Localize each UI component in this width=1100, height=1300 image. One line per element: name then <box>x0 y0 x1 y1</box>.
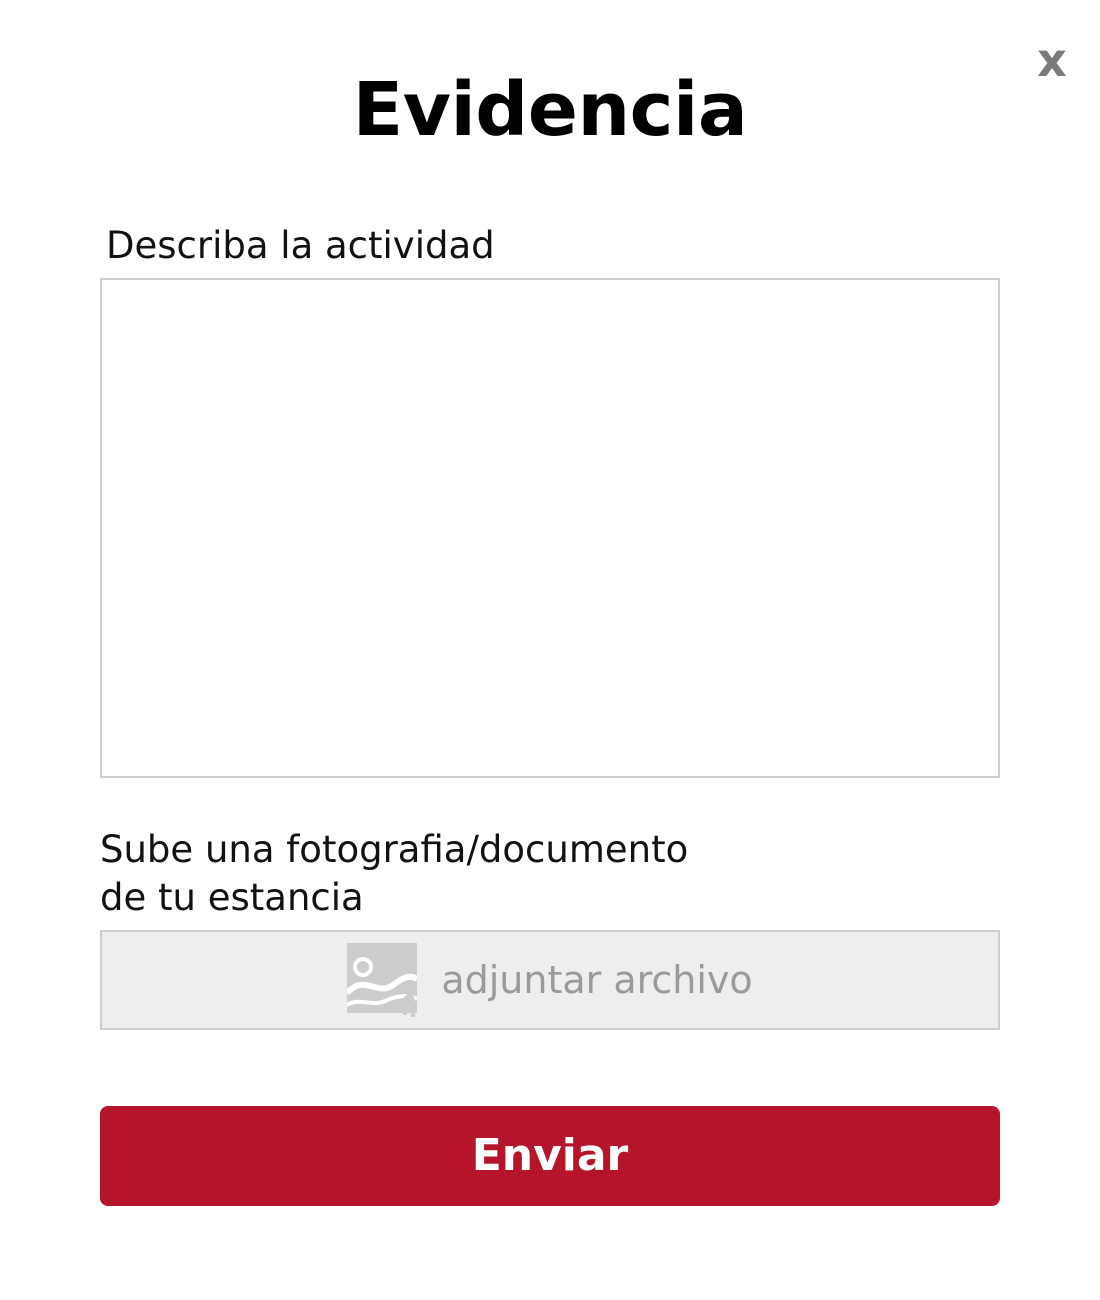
image-icon <box>347 943 418 1017</box>
description-textarea[interactable] <box>100 278 1000 778</box>
upload-label: Sube una fotografia/documento de tu estan… <box>100 826 860 922</box>
attach-file-label: adjuntar archivo <box>441 958 753 1002</box>
submit-button[interactable]: Enviar <box>100 1106 1000 1206</box>
attach-file-button[interactable]: adjuntar archivo <box>100 930 1000 1030</box>
upload-label-line1: Sube una fotografia/documento <box>100 828 689 871</box>
dialog-title: Evidencia <box>352 67 748 153</box>
upload-label-line2: de tu estancia <box>100 876 364 919</box>
description-label: Describa la actividad <box>106 224 495 267</box>
evidence-dialog: x Evidencia Describa la actividad Sube u… <box>0 0 1100 1300</box>
